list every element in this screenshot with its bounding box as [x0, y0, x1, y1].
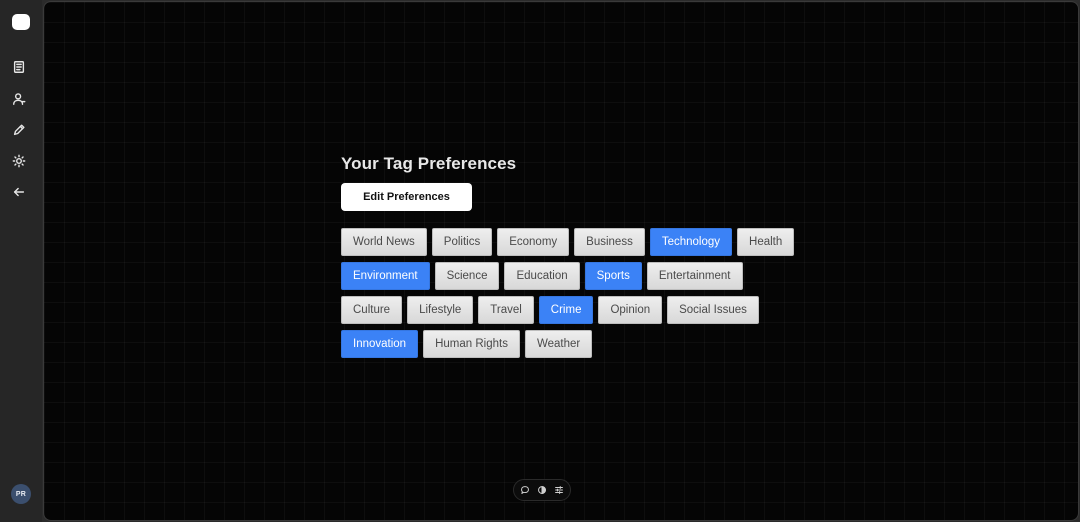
page-title: Your Tag Preferences [341, 154, 517, 173]
tag-culture[interactable]: Culture [341, 296, 403, 324]
app-window: PR Your Tag Preferences Edit Preferences… [0, 0, 1080, 522]
tag-entertainment[interactable]: Entertainment [646, 262, 743, 290]
arrow-left-icon[interactable] [11, 184, 27, 200]
tag-human-rights[interactable]: Human Rights [423, 330, 520, 358]
tag-politics[interactable]: Politics [431, 228, 493, 256]
tag-economy[interactable]: Economy [497, 228, 570, 256]
edit-preferences-button[interactable]: Edit Preferences [341, 183, 472, 211]
bottom-toolbar [513, 479, 571, 501]
tag-technology[interactable]: Technology [649, 228, 733, 256]
avatar-initials: PR [15, 490, 27, 498]
contrast-icon[interactable] [537, 485, 548, 496]
chat-icon[interactable] [520, 485, 531, 496]
tag-row: Culture Lifestyle Travel Crime Opinion Social… [341, 296, 801, 324]
sun-icon[interactable] [11, 153, 27, 169]
tag-innovation[interactable]: Innovation [341, 330, 419, 358]
tag-row: Environment Science Education Sports Enterta… [341, 262, 801, 290]
sliders-icon[interactable] [554, 485, 565, 496]
tag-opinion[interactable]: Opinion [598, 296, 663, 324]
tag-education[interactable]: Education [504, 262, 580, 290]
avatar[interactable]: PR [11, 484, 31, 504]
tag-crime[interactable]: Crime [538, 296, 594, 324]
tag-sports[interactable]: Sports [584, 262, 642, 290]
tag-business[interactable]: Business [574, 228, 645, 256]
tag-weather[interactable]: Weather [524, 330, 593, 358]
tag-row: Innovation Human Rights Weather [341, 330, 801, 358]
tag-lifestyle[interactable]: Lifestyle [407, 296, 474, 324]
tag-social-issues[interactable]: Social Issues [667, 296, 759, 324]
user-icon[interactable] [11, 91, 27, 107]
tag-row: World News Politics Economy Business Technol… [341, 228, 801, 256]
tag-science[interactable]: Science [434, 262, 500, 290]
sidebar: PR [0, 0, 42, 522]
tag-health[interactable]: Health [737, 228, 795, 256]
main-canvas: Your Tag Preferences Edit Preferences Wo… [43, 1, 1079, 521]
tag-list: World News Politics Economy Business Technol… [341, 228, 801, 358]
pencil-icon[interactable] [11, 122, 27, 138]
book-icon[interactable] [11, 59, 27, 75]
tag-preferences-panel: Your Tag Preferences Edit Preferences Wo… [341, 154, 801, 358]
tag-travel[interactable]: Travel [478, 296, 534, 324]
app-logo-icon[interactable] [12, 14, 30, 30]
tag-environment[interactable]: Environment [341, 262, 430, 290]
tag-world-news[interactable]: World News [341, 228, 427, 256]
